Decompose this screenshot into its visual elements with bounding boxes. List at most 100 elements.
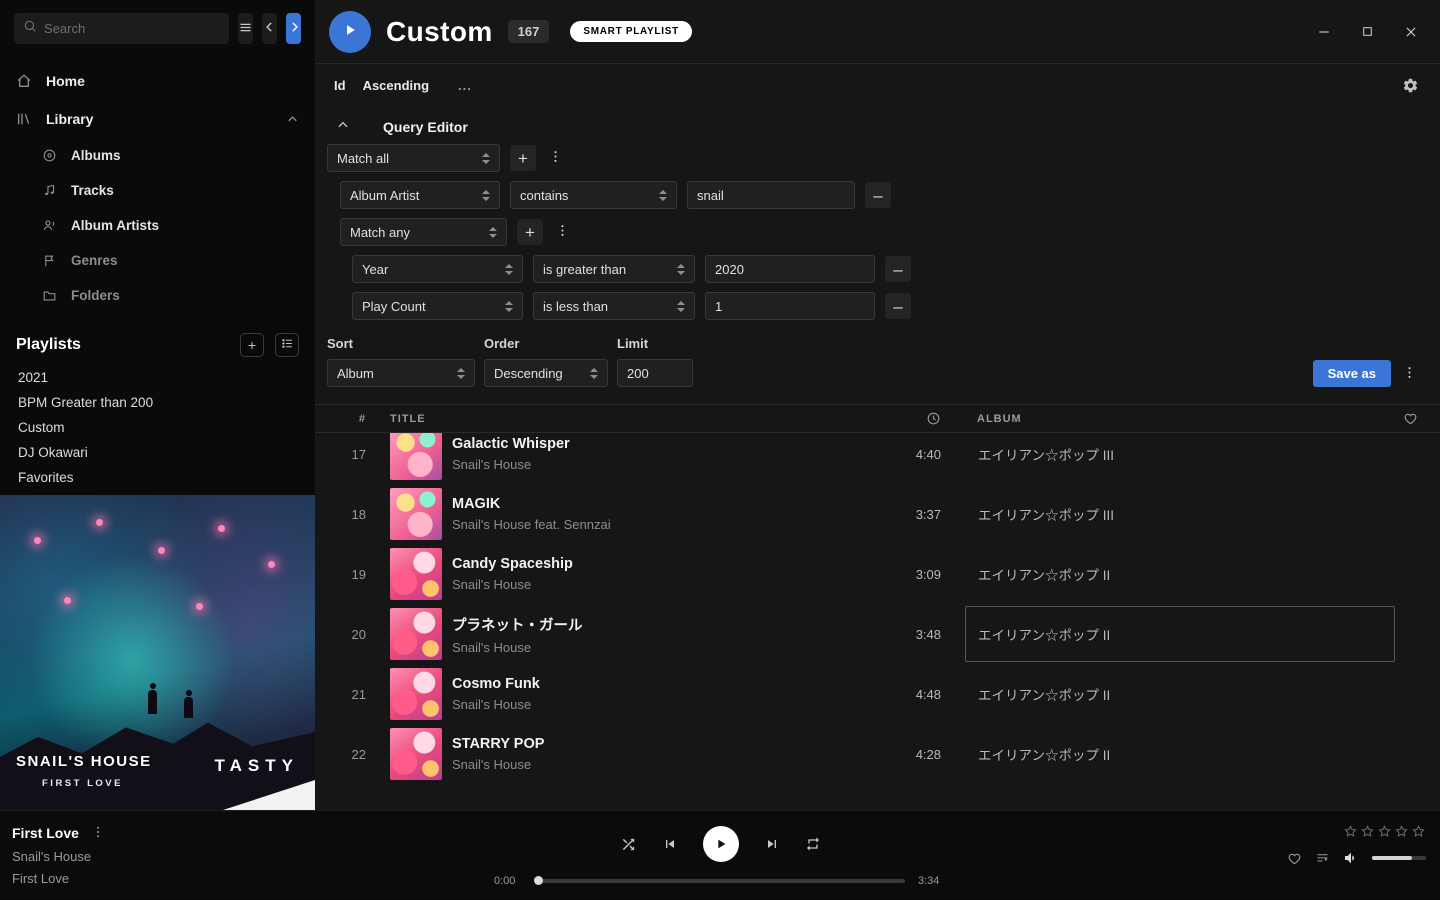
- table-row[interactable]: 19 Candy SpaceshipSnail's House 3:09 エイリ…: [315, 544, 1440, 604]
- track-album[interactable]: エイリアン☆ポップ III: [965, 433, 1395, 482]
- track-duration: 4:48: [851, 687, 941, 702]
- sidebar-item-home[interactable]: Home: [0, 62, 315, 100]
- playlist-item[interactable]: BPM Greater than 200: [0, 390, 315, 415]
- star-icon[interactable]: [1377, 824, 1392, 839]
- add-group-rule-button[interactable]: +: [517, 219, 543, 245]
- close-button[interactable]: [1404, 25, 1418, 39]
- save-as-button[interactable]: Save as: [1313, 360, 1391, 387]
- order-select[interactable]: Descending: [484, 359, 608, 387]
- sidebar-item-album-artists[interactable]: Album Artists: [0, 208, 315, 243]
- group-menu-button[interactable]: [553, 219, 571, 245]
- minimize-button[interactable]: [1317, 25, 1331, 39]
- volume-slider[interactable]: [1372, 856, 1426, 860]
- collapse-button[interactable]: [336, 118, 350, 135]
- sort-field[interactable]: Id: [334, 78, 346, 93]
- table-row[interactable]: 18 MAGIKSnail's House feat. Sennzai 3:37…: [315, 484, 1440, 544]
- rule-operator-select[interactable]: contains: [510, 181, 677, 209]
- match-select[interactable]: Match all: [327, 144, 500, 172]
- sidebar-item-genres[interactable]: Genres: [0, 243, 315, 278]
- app-window: Home Library Albums Tracks: [0, 0, 1440, 900]
- add-rule-button[interactable]: +: [510, 145, 536, 171]
- track-album[interactable]: エイリアン☆ポップ II: [965, 546, 1395, 602]
- rule-operator-select[interactable]: is less than: [533, 292, 695, 320]
- star-icon[interactable]: [1343, 824, 1358, 839]
- column-title[interactable]: TITLE: [371, 413, 851, 425]
- star-icon[interactable]: [1360, 824, 1375, 839]
- rule-field-select[interactable]: Album Artist: [340, 181, 500, 209]
- playlist-item[interactable]: DJ Okawari: [0, 440, 315, 465]
- track-number: 18: [327, 507, 371, 522]
- remove-rule-button[interactable]: –: [885, 256, 911, 282]
- rule-value-input[interactable]: [687, 181, 855, 209]
- track-count-badge: 167: [508, 20, 550, 43]
- column-album[interactable]: ALBUM: [965, 413, 1395, 425]
- rule-menu-button[interactable]: [546, 145, 564, 171]
- seek-bar[interactable]: [535, 879, 905, 883]
- album-icon: [42, 148, 57, 163]
- track-album[interactable]: エイリアン☆ポップ II: [965, 666, 1395, 722]
- add-playlist-button[interactable]: +: [240, 333, 264, 357]
- play-playlist-button[interactable]: [329, 11, 371, 53]
- rule-field-select[interactable]: Play Count: [352, 292, 523, 320]
- group-match-select[interactable]: Match any: [340, 218, 507, 246]
- seek-handle[interactable]: [534, 876, 543, 885]
- rule-value-input[interactable]: [705, 255, 875, 283]
- more-options[interactable]: ...: [458, 78, 472, 93]
- sidebar-item-albums[interactable]: Albums: [0, 138, 315, 173]
- playlist-item[interactable]: Favorites: [0, 465, 315, 490]
- clock-icon[interactable]: [926, 411, 941, 426]
- rule-operator-select[interactable]: is greater than: [533, 255, 695, 283]
- sidebar-item-folders[interactable]: Folders: [0, 278, 315, 313]
- sort-direction[interactable]: Ascending: [363, 78, 429, 93]
- maximize-button[interactable]: [1361, 25, 1374, 39]
- track-title-cell: Candy SpaceshipSnail's House: [449, 556, 851, 592]
- remove-rule-button[interactable]: –: [865, 182, 891, 208]
- table-row[interactable]: 21 Cosmo FunkSnail's House 4:48 エイリアン☆ポッ…: [315, 664, 1440, 724]
- track-album[interactable]: エイリアン☆ポップ II: [965, 726, 1395, 782]
- now-playing-menu-button[interactable]: [89, 824, 107, 842]
- window-controls: [1317, 25, 1418, 39]
- playlist-item[interactable]: 2021: [0, 365, 315, 390]
- limit-input[interactable]: [617, 359, 693, 387]
- now-playing-album[interactable]: First Love: [12, 871, 107, 886]
- star-icon[interactable]: [1394, 824, 1409, 839]
- rule-field-select[interactable]: Year: [352, 255, 523, 283]
- play-pause-button[interactable]: [703, 826, 739, 862]
- track-album[interactable]: エイリアン☆ポップ III: [965, 486, 1395, 542]
- table-row[interactable]: 22 STARRY POPSnail's House 4:28 エイリアン☆ポッ…: [315, 724, 1440, 784]
- queue-button[interactable]: [1315, 851, 1330, 866]
- track-artist: Snail's House: [452, 697, 851, 712]
- shuffle-button[interactable]: [620, 836, 637, 853]
- nav-forward-button[interactable]: [286, 13, 301, 44]
- next-button[interactable]: [764, 836, 780, 852]
- repeat-button[interactable]: [805, 836, 821, 852]
- table-row[interactable]: 17 Galactic WhisperSnail's House 4:40 エイ…: [315, 433, 1440, 484]
- kebab-icon: [555, 223, 570, 241]
- sidebar-item-library[interactable]: Library: [0, 100, 315, 138]
- heart-icon[interactable]: [1403, 411, 1418, 426]
- gear-icon[interactable]: [1402, 77, 1419, 94]
- track-title-cell: STARRY POPSnail's House: [449, 736, 851, 772]
- playlist-list-button[interactable]: [275, 333, 299, 357]
- sidebar-item-tracks[interactable]: Tracks: [0, 173, 315, 208]
- rule-value-input[interactable]: [705, 292, 875, 320]
- sort-select[interactable]: Album: [327, 359, 475, 387]
- like-button[interactable]: [1287, 851, 1302, 866]
- star-icon[interactable]: [1411, 824, 1426, 839]
- body-row: Home Library Albums Tracks: [0, 0, 1440, 810]
- remove-rule-button[interactable]: –: [885, 293, 911, 319]
- table-row[interactable]: 20 プラネット・ガールSnail's House 3:48 エイリアン☆ポップ…: [315, 604, 1440, 664]
- save-menu-button[interactable]: [1400, 361, 1418, 387]
- volume-icon[interactable]: [1343, 850, 1359, 866]
- playlist-item[interactable]: Custom: [0, 415, 315, 440]
- menu-button[interactable]: [238, 13, 253, 44]
- track-album-focused[interactable]: エイリアン☆ポップ II: [965, 606, 1395, 662]
- now-playing-artist[interactable]: Snail's House: [12, 849, 107, 864]
- previous-button[interactable]: [662, 836, 678, 852]
- now-playing-artwork[interactable]: SNAIL'S HOUSE FIRST LOVE TASTY: [0, 495, 315, 810]
- chevron-up-icon[interactable]: [286, 113, 299, 126]
- nav-back-button[interactable]: [262, 13, 277, 44]
- now-playing-title[interactable]: First Love: [12, 825, 79, 841]
- search-input[interactable]: [44, 21, 220, 36]
- column-index[interactable]: #: [327, 413, 371, 425]
